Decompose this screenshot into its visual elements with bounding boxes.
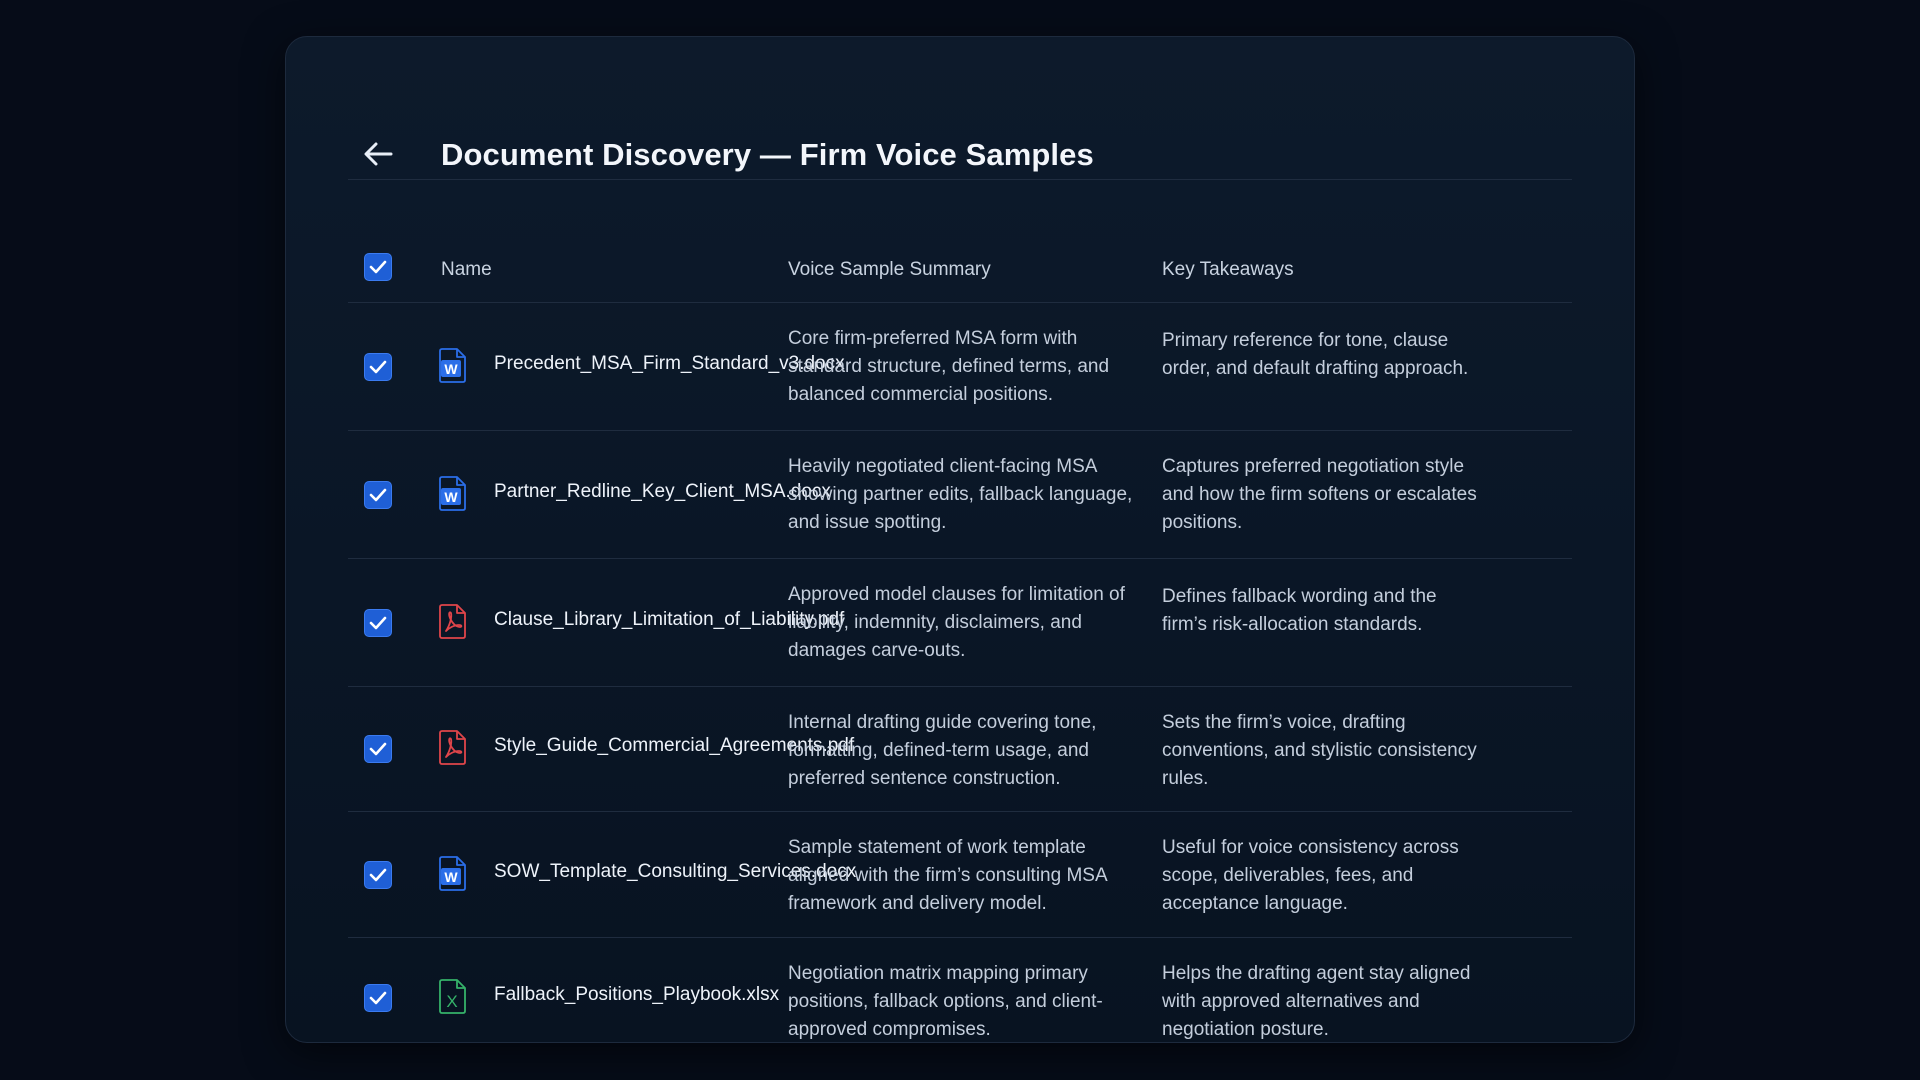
- file-name[interactable]: Partner_Redline_Key_Client_MSA.docx: [494, 481, 831, 503]
- table-body: W Precedent_MSA_Firm_Standard_v3.docx Co…: [348, 303, 1572, 1058]
- voice-sample-summary: Sample statement of work template aligne…: [788, 837, 1107, 914]
- row-checkbox[interactable]: [364, 609, 392, 637]
- voice-sample-summary: Core firm-preferred MSA form with standa…: [788, 328, 1110, 405]
- checkmark-icon: [369, 616, 387, 630]
- checkmark-icon: [369, 868, 387, 882]
- svg-text:W: W: [444, 489, 458, 505]
- key-takeaway: Captures preferred negotiation style and…: [1162, 456, 1477, 533]
- voice-sample-summary: Internal drafting guide covering tone, f…: [788, 712, 1097, 789]
- excel-doc-icon: X: [438, 978, 468, 1014]
- table-row[interactable]: Clause_Library_Limitation_of_Liability.p…: [348, 559, 1572, 687]
- checkmark-icon: [369, 742, 387, 756]
- header-divider: [348, 179, 1572, 180]
- key-takeaway: Helps the drafting agent stay aligned wi…: [1162, 963, 1471, 1040]
- key-takeaway: Useful for voice consistency across scop…: [1162, 837, 1459, 914]
- word-doc-icon: W: [438, 347, 468, 383]
- voice-sample-summary: Heavily negotiated client-facing MSA sho…: [788, 456, 1133, 533]
- checkmark-icon: [369, 260, 387, 274]
- column-header-name[interactable]: Name: [441, 259, 492, 281]
- word-doc-icon: W: [438, 855, 468, 891]
- table-row[interactable]: W SOW_Template_Consulting_Services.docx …: [348, 812, 1572, 938]
- checkmark-icon: [369, 991, 387, 1005]
- table-row[interactable]: W Partner_Redline_Key_Client_MSA.docx He…: [348, 431, 1572, 559]
- back-button[interactable]: [361, 137, 395, 171]
- key-takeaway: Defines fallback wording and the firm’s …: [1162, 586, 1437, 635]
- pdf-doc-icon: [438, 729, 468, 765]
- voice-sample-summary: Negotiation matrix mapping primary posit…: [788, 963, 1103, 1040]
- svg-text:W: W: [444, 361, 458, 377]
- document-discovery-panel: Document Discovery — Firm Voice Samples …: [285, 36, 1635, 1043]
- table-row[interactable]: X Fallback_Positions_Playbook.xlsx Negot…: [348, 938, 1572, 1058]
- row-checkbox[interactable]: [364, 861, 392, 889]
- column-header-takeaways[interactable]: Key Takeaways: [1162, 259, 1294, 281]
- checkmark-icon: [369, 360, 387, 374]
- checkmark-icon: [369, 488, 387, 502]
- page-title: Document Discovery — Firm Voice Samples: [441, 137, 1094, 172]
- word-doc-icon: W: [438, 475, 468, 511]
- table-header-row: Name Voice Sample Summary Key Takeaways: [348, 215, 1572, 303]
- svg-text:W: W: [444, 869, 458, 885]
- header: Document Discovery — Firm Voice Samples: [286, 37, 1634, 179]
- row-checkbox[interactable]: [364, 735, 392, 763]
- file-name[interactable]: Fallback_Positions_Playbook.xlsx: [494, 984, 779, 1006]
- row-checkbox[interactable]: [364, 984, 392, 1012]
- documents-table: Name Voice Sample Summary Key Takeaways …: [348, 215, 1572, 1058]
- row-checkbox[interactable]: [364, 481, 392, 509]
- key-takeaway: Primary reference for tone, clause order…: [1162, 330, 1469, 379]
- svg-text:X: X: [446, 992, 457, 1011]
- key-takeaway: Sets the firm’s voice, drafting conventi…: [1162, 712, 1477, 789]
- pdf-doc-icon: [438, 603, 468, 639]
- voice-sample-summary: Approved model clauses for limitation of…: [788, 584, 1125, 661]
- column-header-summary[interactable]: Voice Sample Summary: [788, 259, 991, 281]
- row-checkbox[interactable]: [364, 353, 392, 381]
- table-row[interactable]: W Precedent_MSA_Firm_Standard_v3.docx Co…: [348, 303, 1572, 431]
- table-row[interactable]: Style_Guide_Commercial_Agreements.pdf In…: [348, 687, 1572, 812]
- select-all-checkbox[interactable]: [364, 253, 392, 281]
- arrow-left-icon: [364, 142, 393, 166]
